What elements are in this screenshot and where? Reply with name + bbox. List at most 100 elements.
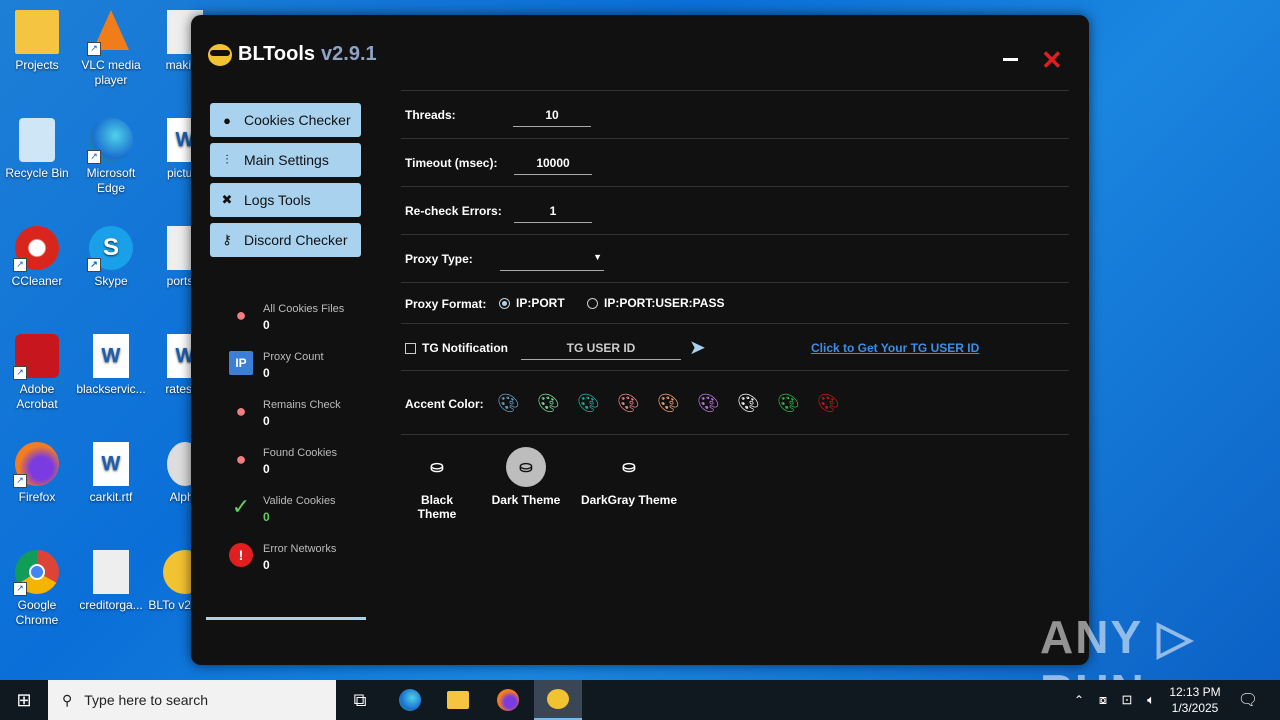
divider <box>401 138 1069 139</box>
tg-user-id-link[interactable]: Click to Get Your TG USER ID <box>811 341 979 355</box>
desktop-icon-creditorga[interactable]: creditorga... <box>74 550 148 613</box>
threads-input[interactable]: 10 <box>513 108 591 127</box>
nav-main-settings[interactable]: ⫶ Main Settings <box>210 143 361 177</box>
show-hidden-icons[interactable]: ⌃ <box>1068 680 1090 720</box>
divider <box>401 370 1069 371</box>
recycle-bin-icon <box>19 118 55 162</box>
palette-icon[interactable]: 🎨︎ <box>657 393 680 414</box>
radio-ip-port-user-pass[interactable]: IP:PORT:USER:PASS <box>587 296 724 310</box>
taskbar-firefox[interactable] <box>484 680 532 720</box>
palette-icon[interactable]: 🎨︎ <box>617 393 640 414</box>
desktop-icon-skype[interactable]: S ↗ Skype <box>74 226 148 289</box>
paint-bucket-icon: ⛀ <box>506 447 546 487</box>
desktop-icon-label: VLC media player <box>81 58 141 87</box>
desktop-icon-acrobat[interactable]: ↗ Adobe Acrobat <box>0 334 74 412</box>
edge-icon <box>399 689 421 711</box>
desktop-icon-chrome[interactable]: ↗ Google Chrome <box>0 550 74 628</box>
checkbox-icon <box>405 342 416 354</box>
radio-unselected-icon <box>587 297 598 309</box>
acrobat-icon: ↗ <box>13 334 59 380</box>
desktop-icon-firefox[interactable]: ↗ Firefox <box>0 442 74 505</box>
divider <box>401 90 1069 91</box>
shortcut-arrow-icon: ↗ <box>87 150 101 164</box>
desktop-icon-blackservic[interactable]: W blackservic... <box>74 334 148 397</box>
recheck-label: Re-check Errors: <box>405 204 502 218</box>
theme-dark[interactable]: ⛀ Dark Theme <box>488 447 564 507</box>
palette-icon[interactable]: 🎨︎ <box>497 393 520 414</box>
paint-bucket-icon: ⛀ <box>622 459 636 476</box>
stat-value: 0 <box>263 366 270 380</box>
desktop-icon-projects[interactable]: Projects <box>0 10 74 73</box>
taskbar-file-explorer[interactable] <box>434 680 482 720</box>
radio-ip-port[interactable]: IP:PORT <box>499 296 565 310</box>
taskbar-search[interactable]: ⚲ Type here to search <box>48 680 336 720</box>
timeout-input[interactable]: 10000 <box>514 156 592 175</box>
device-icon: ⧇ <box>1098 692 1108 707</box>
stat-value: 0 <box>263 510 270 524</box>
proxy-format-label: Proxy Format: <box>405 297 487 311</box>
chevron-up-icon: ⌃ <box>1073 693 1085 707</box>
tg-user-id-input[interactable]: TG USER ID <box>521 341 681 360</box>
chevron-down-icon: ▼ <box>593 252 602 262</box>
tray-network[interactable]: ⊡ <box>1116 680 1138 720</box>
shortcut-arrow-icon: ↗ <box>87 258 101 272</box>
start-button[interactable]: ⊞ <box>0 680 48 720</box>
palette-icon[interactable]: 🎨︎ <box>537 393 560 414</box>
search-icon: ⚲ <box>62 691 73 708</box>
desktop-icon-label: Adobe Acrobat <box>16 382 58 411</box>
windows-icon: ⊞ <box>16 689 32 710</box>
folder-icon <box>447 691 469 709</box>
desktop-icon-edge[interactable]: ↗ Microsoft Edge <box>74 118 148 196</box>
theme-black[interactable]: ⛀ Black Theme <box>401 447 473 521</box>
cookie-icon: ● <box>235 305 247 325</box>
taskbar: ⊞ ⚲ Type here to search ⧉ ⌃ ⧇ ⊡ 🔈︎ 12:13… <box>0 680 1280 720</box>
bltools-app-icon <box>547 689 569 709</box>
error-icon: ! <box>229 543 253 567</box>
recheck-input[interactable]: 1 <box>514 204 592 223</box>
taskbar-bltools[interactable] <box>534 680 582 720</box>
stat-valide-cookies: ✓ Valide Cookies 0 <box>229 494 336 525</box>
stat-label: Valide Cookies <box>263 495 336 507</box>
shortcut-arrow-icon: ↗ <box>13 366 27 380</box>
nav-label: Logs Tools <box>244 192 311 208</box>
timeout-label: Timeout (msec): <box>405 156 498 170</box>
tray-volume[interactable]: 🔈︎ <box>1140 680 1162 720</box>
task-view-button[interactable]: ⧉ <box>336 680 384 720</box>
send-icon[interactable]: ➤ <box>689 335 706 360</box>
desktop-icon-vlc[interactable]: ↗ VLC media player <box>74 10 148 88</box>
stat-label: Found Cookies <box>263 447 337 459</box>
check-icon: ✓ <box>231 494 251 519</box>
desktop-icon-ccleaner[interactable]: ↗ CCleaner <box>0 226 74 289</box>
clock[interactable]: 12:13 PM 1/3/2025 <box>1164 684 1226 716</box>
palette-icon[interactable]: 🎨︎ <box>817 393 840 414</box>
divider <box>401 234 1069 235</box>
bltools-window: BLTools v2.9.1 ✕ ● Cookies Checker ⫶ Mai… <box>191 15 1089 665</box>
palette-icon[interactable]: 🎨︎ <box>777 393 800 414</box>
divider <box>401 434 1069 435</box>
desktop-icon-recycle-bin[interactable]: Recycle Bin <box>0 118 74 181</box>
desktop-icon-label: Projects <box>15 58 59 72</box>
stat-remains-check: ● Remains Check 0 <box>229 399 341 428</box>
stat-error-networks: ! Error Networks 0 <box>229 543 336 572</box>
tg-notification-checkbox[interactable]: TG Notification <box>405 341 508 355</box>
taskbar-edge[interactable] <box>386 680 434 720</box>
theme-label: Black Theme <box>417 493 457 521</box>
notifications-button[interactable]: 🗨︎ <box>1230 680 1266 720</box>
palette-icon[interactable]: 🎨︎ <box>577 393 600 414</box>
desktop-icon-carkit[interactable]: W carkit.rtf <box>74 442 148 505</box>
theme-darkgray[interactable]: ⛀ DarkGray Theme <box>579 447 679 507</box>
shortcut-arrow-icon: ↗ <box>13 582 27 596</box>
palette-icon[interactable]: 🎨︎ <box>737 393 760 414</box>
nav-discord-checker[interactable]: ⚷ Discord Checker <box>210 223 361 257</box>
proxy-type-select[interactable]: ▼ <box>500 252 604 271</box>
bltools-logo-icon <box>208 43 232 66</box>
clock-time: 12:13 PM <box>1169 685 1221 699</box>
minimize-button[interactable] <box>1003 58 1018 61</box>
cookie-icon: ● <box>223 112 231 128</box>
nav-logs-tools[interactable]: ✖ Logs Tools <box>210 183 361 217</box>
palette-icon[interactable]: 🎨︎ <box>697 393 720 414</box>
nav-cookies-checker[interactable]: ● Cookies Checker <box>210 103 361 137</box>
close-button[interactable]: ✕ <box>1041 45 1063 76</box>
tray-device[interactable]: ⧇ <box>1092 680 1114 720</box>
edge-icon: ↗ <box>87 118 133 164</box>
